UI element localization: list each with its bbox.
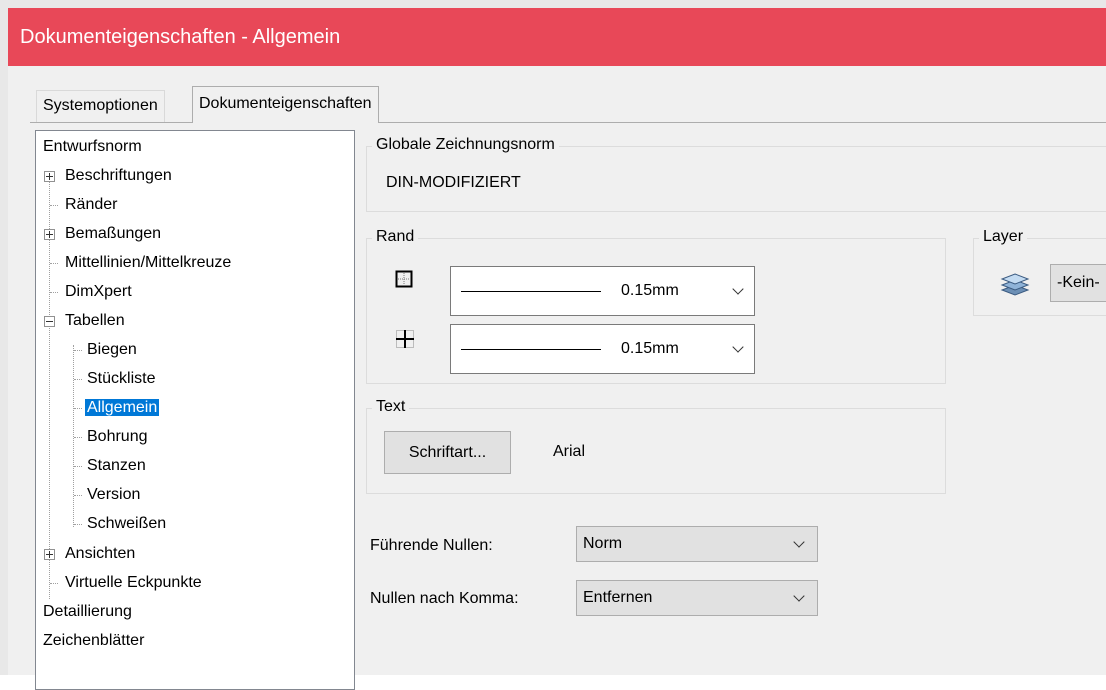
tab-dokumenteigenschaften[interactable]: Dokumenteigenschaften	[192, 86, 379, 123]
layer-legend: Layer	[979, 228, 1028, 246]
tree-line	[74, 495, 82, 496]
global-norm-legend: Globale Zeichnungsnorm	[372, 136, 559, 154]
global-norm-value: DIN-MODIFIZIERT	[386, 174, 521, 191]
tree-item-detaillierung[interactable]: Detaillierung	[41, 599, 134, 625]
chevron-down-icon	[732, 341, 744, 353]
layer-select[interactable]: -Kein-	[1050, 264, 1106, 302]
tree-item-bemassungen[interactable]: Bemaßungen	[63, 221, 163, 247]
tree-line	[50, 292, 58, 293]
layers-icon	[1000, 273, 1030, 296]
line-sample	[461, 349, 601, 350]
tree-item-dimxpert[interactable]: DimXpert	[63, 279, 134, 305]
window-title: Dokumenteigenschaften - Allgemein	[8, 8, 1106, 66]
chevron-down-icon	[732, 283, 744, 295]
tree-item-allgemein[interactable]: Allgemein	[85, 395, 160, 421]
rand-legend: Rand	[372, 228, 419, 246]
inner-border-thickness-combo[interactable]: 0.15mm	[450, 324, 755, 374]
inner-border-value: 0.15mm	[621, 340, 679, 357]
tab-systemoptionen[interactable]: Systemoptionen	[36, 90, 165, 123]
tree-item-mittellinien[interactable]: Mittellinien/Mittelkreuze	[63, 250, 233, 276]
chevron-down-icon	[793, 536, 805, 548]
tree-item-zeichenblaetter[interactable]: Zeichenblätter	[41, 628, 146, 654]
tree-item-stueckliste[interactable]: Stückliste	[85, 366, 157, 392]
window-top-edge	[0, 0, 1106, 8]
tree-item-tabellen[interactable]: Tabellen	[63, 308, 127, 334]
plus-expander-icon[interactable]	[44, 229, 55, 240]
tree-line	[50, 583, 58, 584]
line-sample	[461, 291, 601, 292]
trailing-zeros-label: Nullen nach Komma:	[370, 590, 519, 607]
tree-item-stanzen[interactable]: Stanzen	[85, 453, 148, 479]
leading-zeros-label: Führende Nullen:	[370, 537, 493, 554]
layer-value: -Kein-	[1057, 274, 1100, 291]
tree-item-virtuelle-eckpunkte[interactable]: Virtuelle Eckpunkte	[63, 570, 204, 596]
tree-item-raender[interactable]: Ränder	[63, 192, 119, 218]
tree-line	[50, 263, 58, 264]
options-tree[interactable]: Entwurfsnorm Beschriftungen Ränder Bemaß…	[35, 130, 355, 690]
tree-item-bohrung[interactable]: Bohrung	[85, 424, 150, 450]
tree-item-ansichten[interactable]: Ansichten	[63, 541, 137, 567]
tree-line	[73, 345, 74, 527]
tree-line	[74, 379, 82, 380]
plus-expander-icon[interactable]	[44, 171, 55, 182]
leading-zeros-value: Norm	[583, 535, 623, 552]
trailing-zeros-value: Entfernen	[583, 589, 653, 606]
tree-line	[74, 466, 82, 467]
tree-line	[74, 524, 82, 525]
tree-line	[74, 408, 82, 409]
chevron-down-icon	[793, 590, 805, 602]
tree-item-schweissen[interactable]: Schweißen	[85, 511, 168, 537]
tree-item-beschriftungen[interactable]: Beschriftungen	[63, 163, 174, 189]
font-button[interactable]: Schriftart...	[384, 431, 511, 474]
tree-item-version[interactable]: Version	[85, 482, 142, 508]
font-name: Arial	[553, 443, 586, 460]
outer-border-value: 0.15mm	[621, 282, 679, 299]
tree-item-biegen[interactable]: Biegen	[85, 337, 139, 363]
border-inside-icon	[396, 330, 414, 348]
trailing-zeros-select[interactable]: Entfernen	[576, 580, 818, 616]
tree-line	[74, 350, 82, 351]
outer-border-thickness-combo[interactable]: 0.15mm	[450, 266, 755, 316]
dialog-content: Systemoptionen Dokumenteigenschaften Ent…	[8, 66, 1106, 690]
leading-zeros-select[interactable]: Norm	[576, 526, 818, 562]
tree-line	[50, 205, 58, 206]
plus-expander-icon[interactable]	[44, 549, 55, 560]
border-outside-icon	[395, 270, 413, 288]
window-left-edge	[0, 8, 8, 675]
tree-line	[74, 437, 82, 438]
text-legend: Text	[372, 398, 410, 416]
tree-item-entwurfsnorm[interactable]: Entwurfsnorm	[41, 134, 144, 160]
minus-expander-icon[interactable]	[44, 316, 55, 327]
